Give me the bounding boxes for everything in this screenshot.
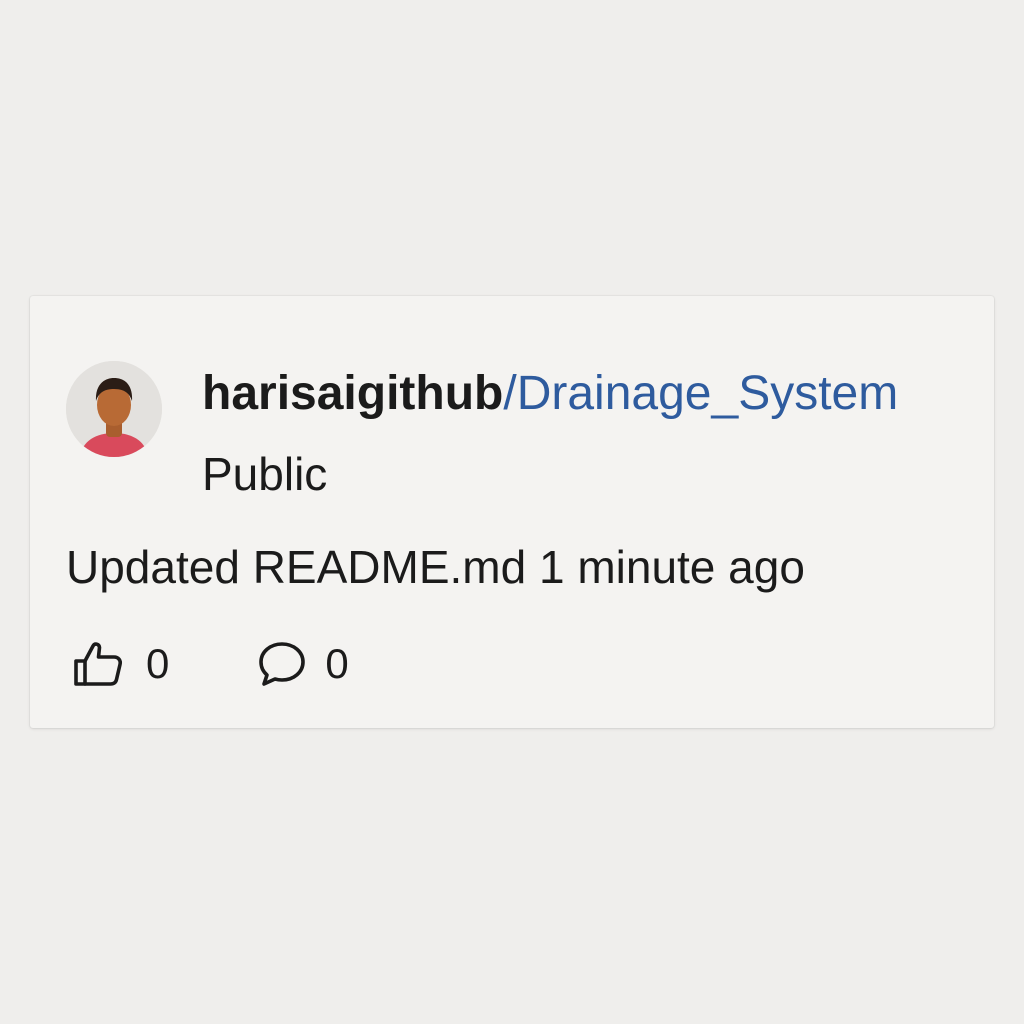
separator: / [503,367,517,420]
comment-count: 0 [325,640,349,687]
repo-title: harisaigithub/Drainage_System [202,366,898,422]
like-button[interactable]: 0 [72,639,169,689]
activity-card: harisaigithub/Drainage_System Public Upd… [30,296,994,728]
repo-link[interactable]: Drainage_System [517,367,899,420]
like-count: 0 [146,640,170,687]
avatar[interactable] [66,361,162,457]
comment-button[interactable]: 0 [257,639,349,689]
activity-text: Updated README.md 1 minute ago [66,541,805,593]
visibility-label: Public [202,448,328,500]
user-avatar-icon [66,361,162,457]
owner-link[interactable]: harisaigithub [202,367,503,420]
thumbs-up-icon [74,642,123,686]
comment-bubble-icon [259,642,306,686]
action-bar: 0 0 [72,636,349,692]
